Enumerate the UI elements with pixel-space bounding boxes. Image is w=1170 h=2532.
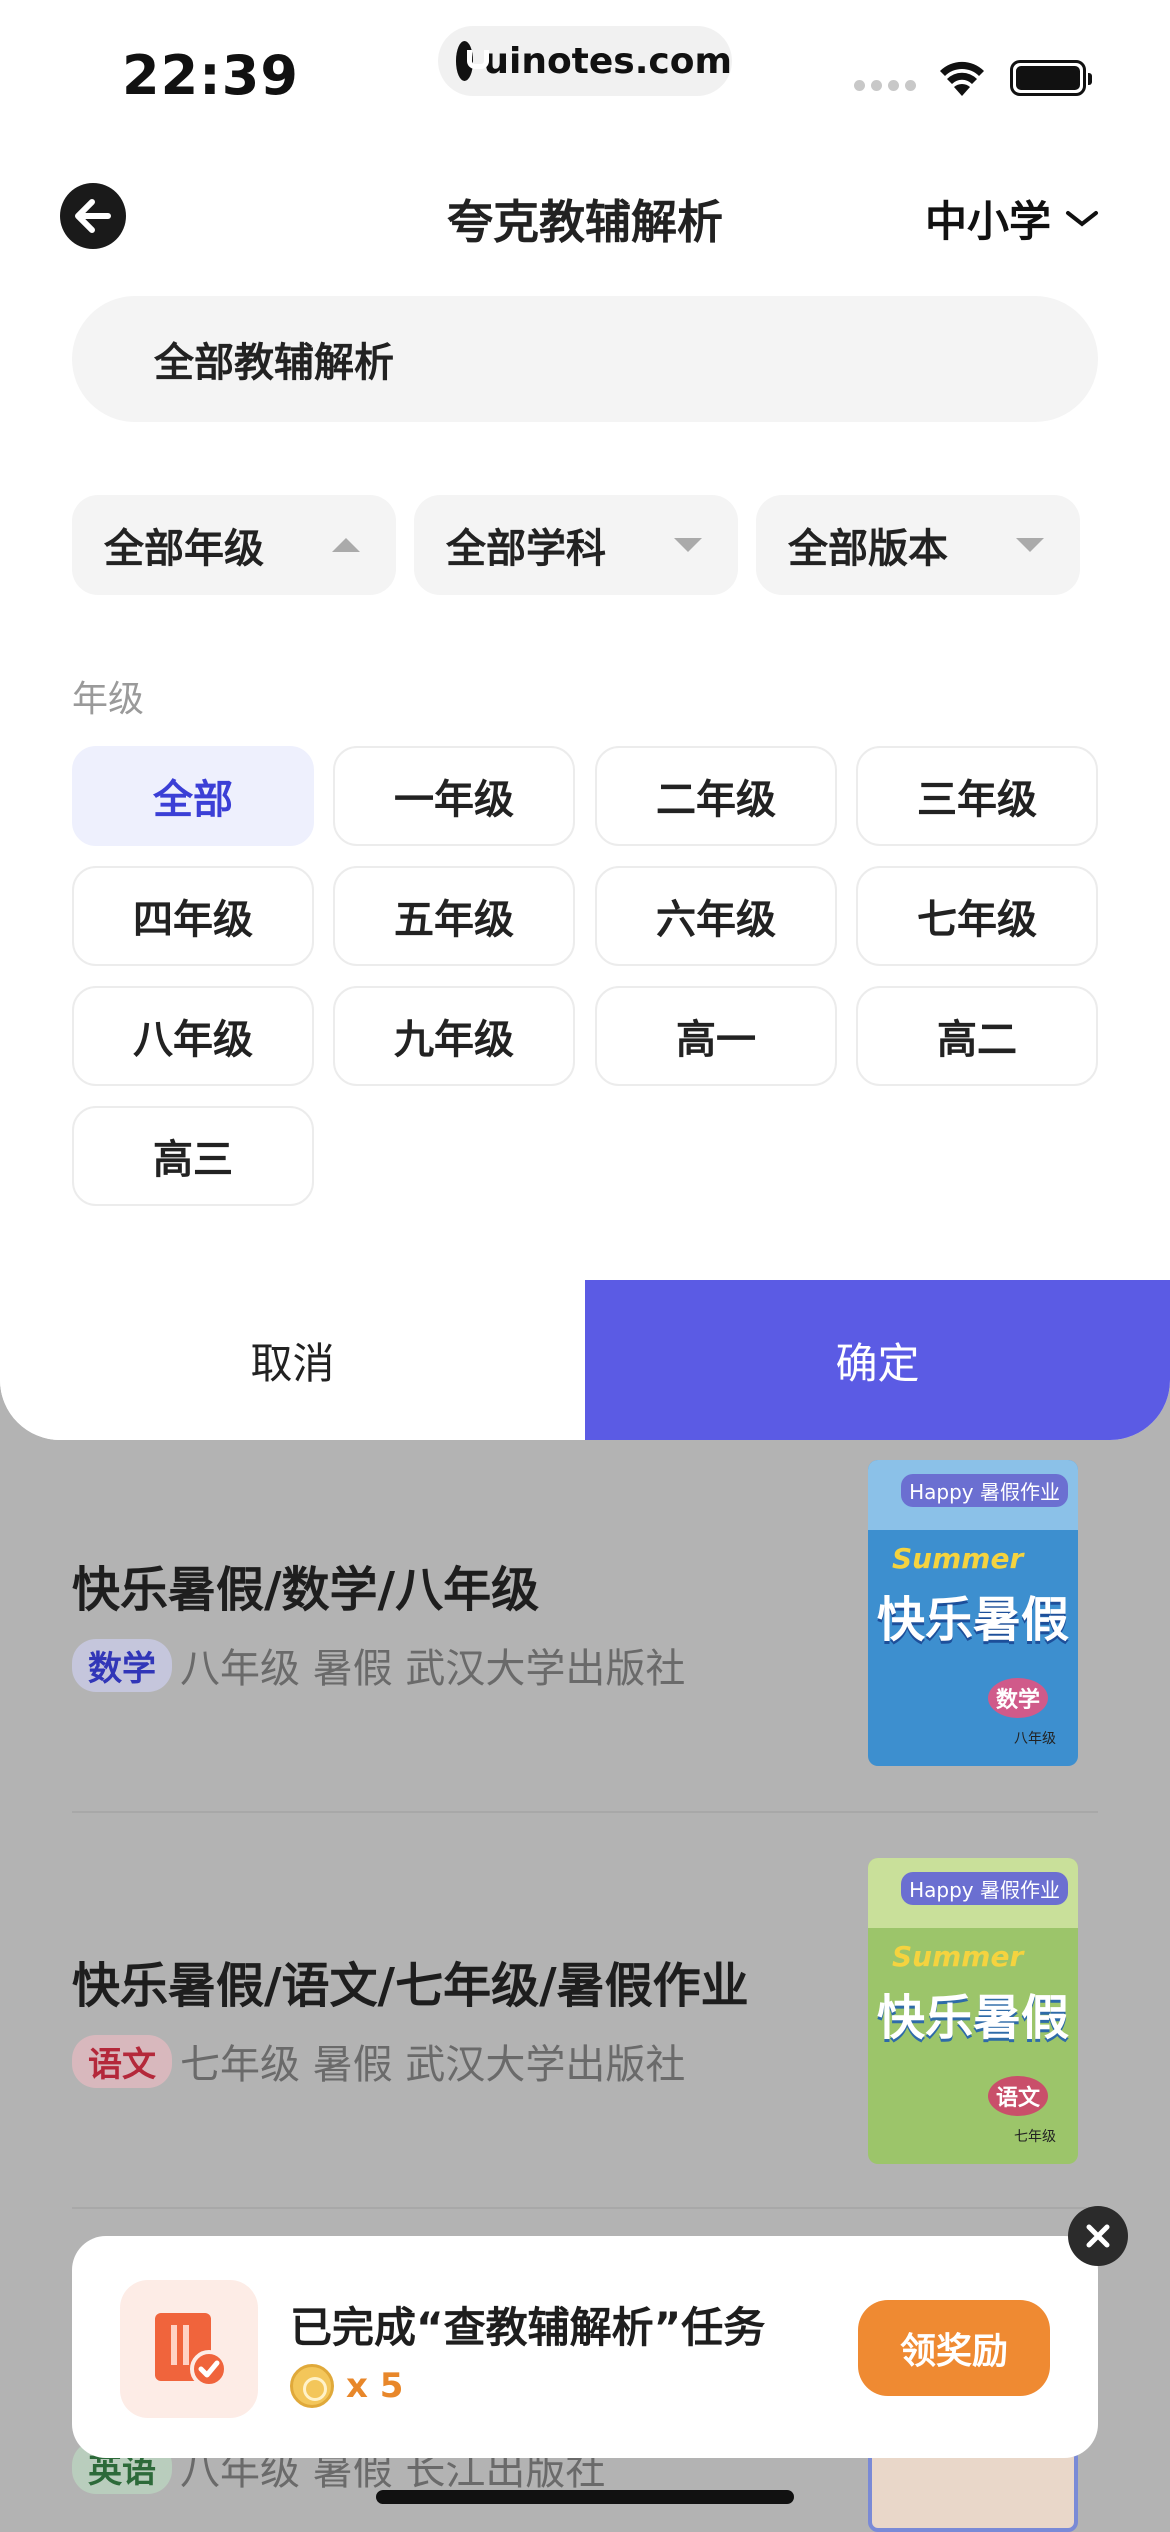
task-book-icon	[120, 2280, 258, 2418]
filter-grade-dropdown[interactable]: 全部年级	[72, 495, 396, 595]
toast-reward: x 5	[290, 2364, 403, 2408]
close-toast-button[interactable]	[1068, 2206, 1128, 2266]
caret-down-icon	[674, 538, 702, 552]
cover-subject: 数学	[987, 1678, 1048, 1718]
cover-summer-label: Summer	[892, 1542, 1024, 1575]
cover-grade: 七年级	[1014, 2129, 1056, 2145]
filter-edition-dropdown[interactable]: 全部版本	[756, 495, 1080, 595]
book-cover: Happy 暑假作业 Summer 快乐暑假 数学 八年级	[868, 1460, 1078, 1766]
wifi-icon	[940, 61, 984, 96]
grade-option[interactable]: 三年级	[856, 746, 1098, 846]
grade-option[interactable]: 高二	[856, 986, 1098, 1086]
toast-title: 已完成“查教辅解析”任务	[290, 2303, 766, 2352]
result-title: 快乐暑假/数学/八年级	[72, 1562, 540, 1618]
grade-option[interactable]: 二年级	[595, 746, 837, 846]
grade-option[interactable]: 八年级	[72, 986, 314, 1086]
filter-edition-label: 全部版本	[788, 526, 948, 572]
book-cover: Happy 暑假作业 Summer 快乐暑假 语文 七年级	[868, 1858, 1078, 2164]
level-selector-label: 中小学	[925, 197, 1052, 246]
result-meta-text: 八年级 暑假 武汉大学出版社	[180, 1646, 686, 1692]
result-meta-text: 七年级 暑假 武汉大学出版社	[180, 2042, 686, 2088]
result-title: 快乐暑假/语文/七年级/暑假作业	[72, 1958, 749, 2014]
cover-grade: 八年级	[1014, 1731, 1056, 1747]
cover-title: 快乐暑假	[876, 1592, 1069, 1648]
grade-option[interactable]: 六年级	[595, 866, 837, 966]
grade-option[interactable]: 一年级	[333, 746, 575, 846]
grade-option[interactable]: 高三	[72, 1106, 314, 1206]
cancel-button[interactable]: 取消	[0, 1280, 585, 1440]
cover-subject: 语文	[987, 2076, 1048, 2116]
url-pill[interactable]: uinotes.com	[438, 26, 732, 96]
grade-section-label: 年级	[72, 679, 145, 720]
home-indicator[interactable]	[376, 2490, 794, 2504]
result-meta: 数学 八年级 暑假 武汉大学出版社	[72, 1636, 685, 1694]
grade-option[interactable]: 九年级	[333, 986, 575, 1086]
result-meta: 语文 七年级 暑假 武汉大学出版社	[72, 2032, 685, 2090]
cover-summer-label: Summer	[892, 1940, 1024, 1973]
caret-up-icon	[332, 538, 360, 552]
divider	[72, 2207, 1098, 2209]
grade-option[interactable]: 五年级	[333, 866, 575, 966]
filter-subject-label: 全部学科	[446, 526, 606, 572]
level-selector[interactable]: 中小学	[925, 188, 1099, 249]
cover-happy-label: Happy 暑假作业	[901, 1872, 1068, 1905]
grade-option[interactable]: 高一	[595, 986, 837, 1086]
search-input[interactable]: 全部教辅解析	[72, 296, 1098, 422]
coin-icon	[290, 2364, 334, 2408]
status-time: 22:39	[122, 44, 299, 107]
subject-tag: 语文	[72, 2034, 172, 2088]
battery-icon	[1010, 60, 1092, 96]
task-complete-toast: 已完成“查教辅解析”任务 x 5 领奖励	[72, 2236, 1098, 2458]
grade-option[interactable]: 全部	[72, 746, 314, 846]
cellular-signal-icon	[854, 80, 916, 91]
caret-down-icon	[1016, 538, 1044, 552]
grade-option[interactable]: 四年级	[72, 866, 314, 966]
chevron-down-icon	[1066, 210, 1099, 227]
toast-reward-amount: x 5	[346, 2366, 404, 2406]
confirm-button[interactable]: 确定	[585, 1280, 1170, 1440]
close-icon	[1086, 2224, 1110, 2248]
grade-option[interactable]: 七年级	[856, 866, 1098, 966]
url-text: uinotes.com	[483, 40, 732, 82]
subject-tag: 数学	[72, 1638, 172, 1692]
search-input-value: 全部教辅解析	[154, 340, 394, 386]
filter-subject-dropdown[interactable]: 全部学科	[414, 495, 738, 595]
filter-grade-label: 全部年级	[104, 526, 264, 572]
cover-happy-label: Happy 暑假作业	[901, 1474, 1068, 1507]
cover-title: 快乐暑假	[876, 1990, 1069, 2046]
divider	[72, 1811, 1098, 1813]
book-cover	[868, 2448, 1078, 2532]
site-logo-icon	[456, 41, 490, 81]
claim-reward-button[interactable]: 领奖励	[858, 2300, 1050, 2396]
